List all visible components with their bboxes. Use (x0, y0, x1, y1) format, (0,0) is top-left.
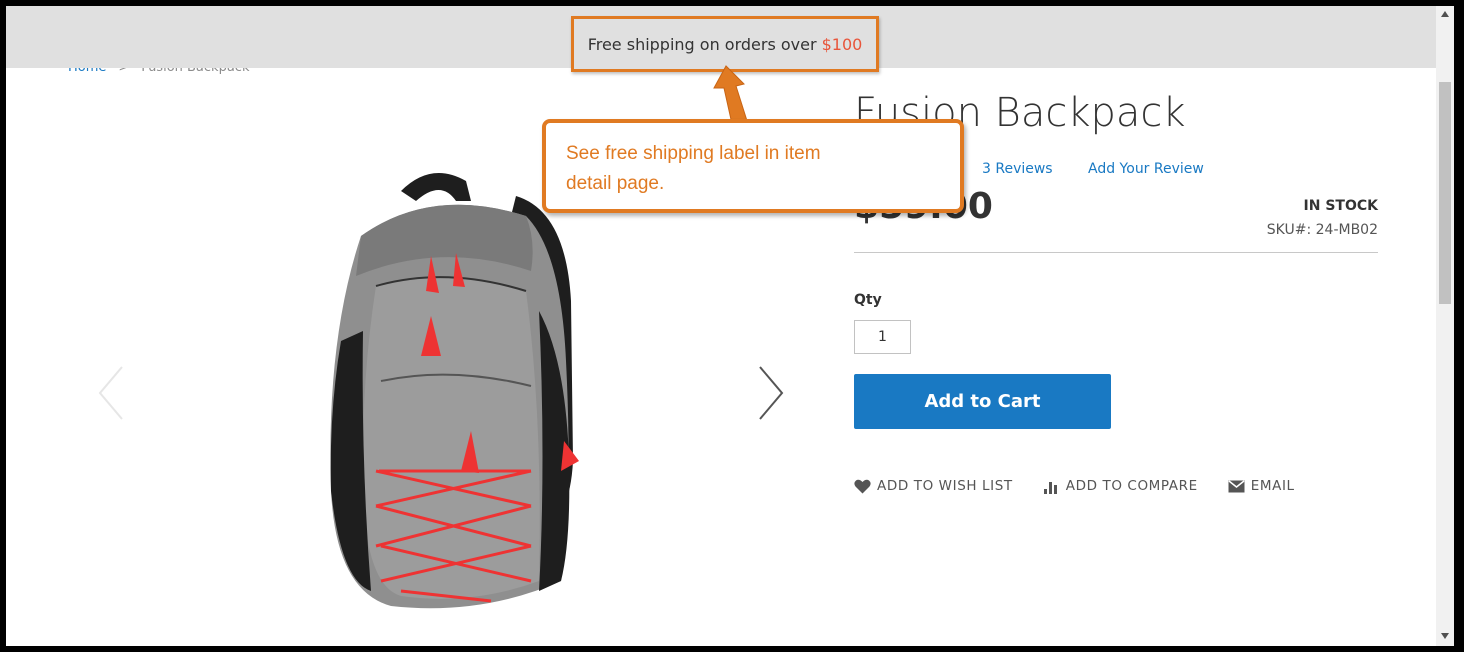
qty-input[interactable] (854, 320, 911, 354)
callout-arrow-icon (713, 65, 749, 125)
email-label: EMAIL (1250, 478, 1295, 494)
annotation-callout: See free shipping label in item detail p… (542, 119, 964, 213)
scroll-down-arrow-icon[interactable] (1440, 632, 1450, 640)
vertical-scrollbar[interactable] (1436, 6, 1454, 646)
add-to-compare-link[interactable]: ADD TO COMPARE (1043, 478, 1198, 494)
add-to-wishlist-label: ADD TO WISH LIST (877, 478, 1013, 494)
envelope-icon (1228, 479, 1245, 492)
callout-line-2: detail page. (566, 173, 665, 194)
stock-status: IN STOCK (1303, 198, 1378, 214)
scrollbar-thumb[interactable] (1439, 82, 1451, 304)
free-shipping-amount: $100 (821, 34, 863, 54)
browser-viewport: Home>Fusion Backpack (6, 6, 1454, 646)
qty-label: Qty (854, 292, 882, 308)
add-to-compare-label: ADD TO COMPARE (1065, 478, 1198, 494)
email-link[interactable]: EMAIL (1228, 478, 1295, 494)
product-image-backpack (330, 173, 579, 609)
callout-line-1: See free shipping label in item (566, 143, 821, 164)
free-shipping-text: Free shipping on orders over (587, 34, 817, 54)
product-sku: SKU#: 24-MB02 (1266, 222, 1378, 238)
heart-icon (854, 479, 871, 493)
add-to-wishlist-link[interactable]: ADD TO WISH LIST (854, 478, 1013, 494)
reviews-link[interactable]: 3 Reviews (982, 161, 1053, 177)
add-to-cart-button[interactable]: Add to Cart (854, 374, 1111, 429)
product-actions: ADD TO WISH LIST ADD TO COMPARE EMAIL (854, 478, 1295, 494)
bar-chart-icon (1043, 481, 1057, 494)
add-review-link[interactable]: Add Your Review (1088, 161, 1204, 177)
gallery-prev-arrow[interactable] (96, 363, 126, 423)
gallery-next-arrow[interactable] (756, 363, 786, 423)
info-divider (854, 252, 1378, 253)
scroll-up-arrow-icon[interactable] (1440, 10, 1450, 18)
